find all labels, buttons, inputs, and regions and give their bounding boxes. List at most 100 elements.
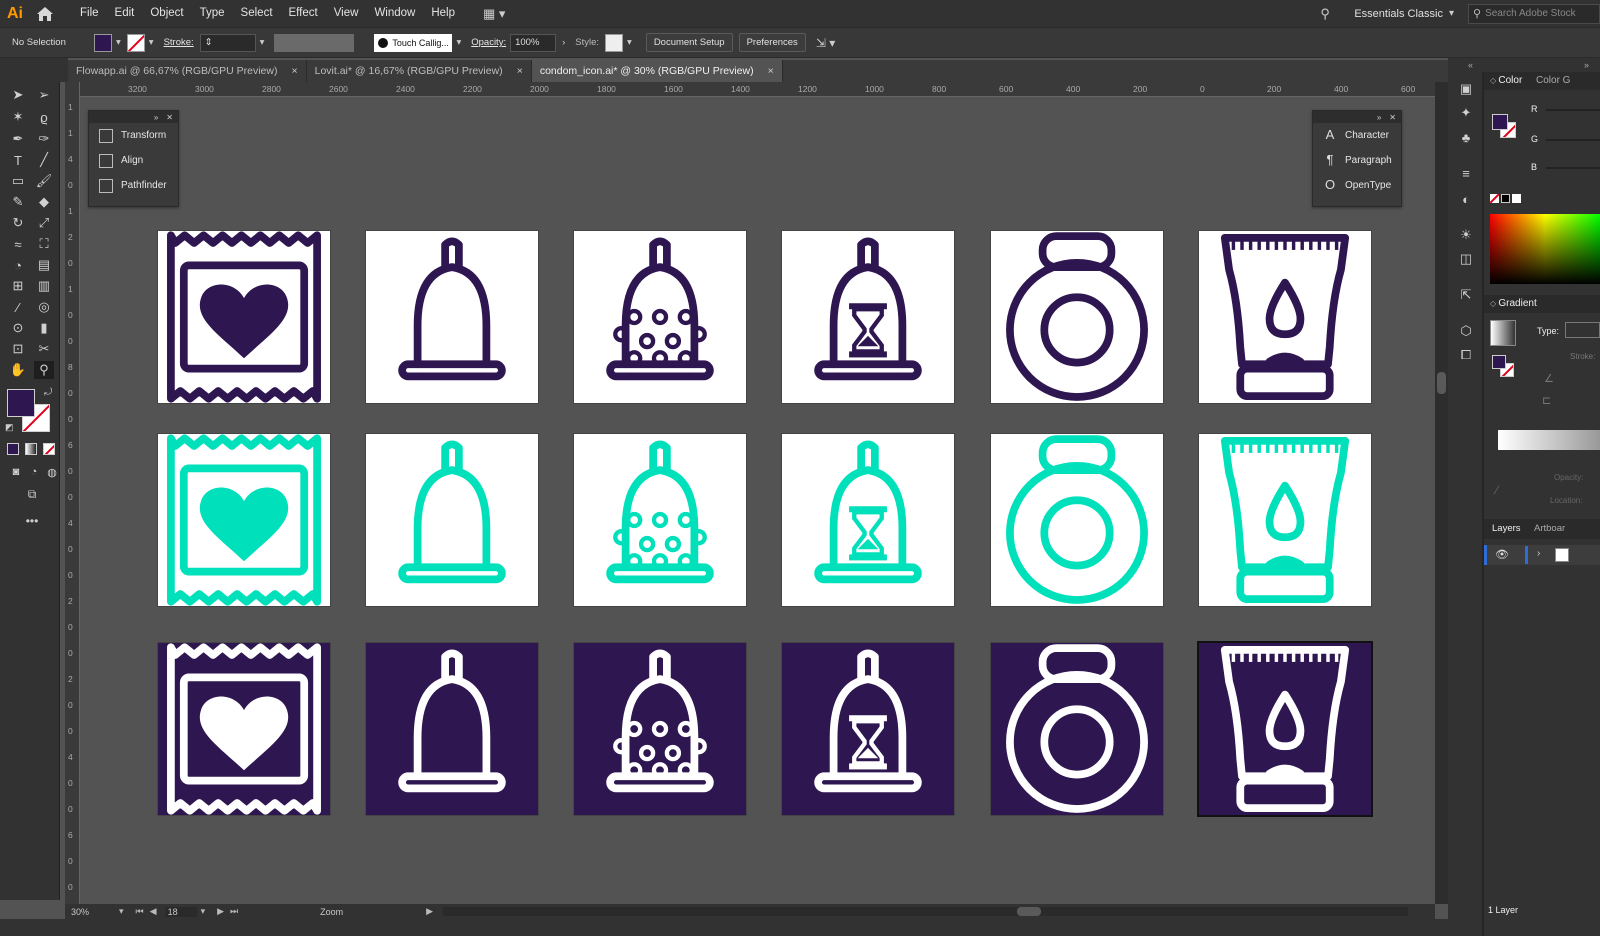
menu-type[interactable]: Type (192, 0, 233, 27)
screen-mode-icon[interactable]: ⧉ (22, 485, 42, 503)
panel-item-align[interactable]: Align (89, 148, 178, 173)
artboard[interactable] (573, 642, 747, 816)
condom-ring-icon[interactable] (991, 643, 1163, 815)
scroll-thumb[interactable] (1437, 372, 1446, 394)
vertical-scrollbar[interactable] (1435, 82, 1448, 904)
artboard-number-field[interactable]: 18 (164, 906, 197, 917)
blend-tool-icon[interactable]: ◎ (34, 298, 54, 316)
artboard[interactable] (573, 230, 747, 404)
scroll-thumb[interactable] (1017, 907, 1042, 916)
more-tools-icon[interactable]: ••• (22, 512, 42, 530)
tab-layers[interactable]: Layers (1492, 523, 1521, 534)
magic-wand-tool-icon[interactable]: ✶ (8, 108, 28, 126)
tab-gradient[interactable]: ◇ Gradient (1490, 298, 1537, 309)
stroke-weight-field[interactable]: ⇕ (199, 33, 256, 52)
gradient-mode-icon[interactable] (25, 443, 37, 455)
last-artboard-icon[interactable]: ⏭ (230, 906, 238, 917)
width-tool-icon[interactable]: ≈ (8, 235, 28, 253)
color-mode-icon[interactable] (7, 443, 19, 455)
hand-tool-icon[interactable]: ✋ (8, 361, 28, 379)
none-mode-icon[interactable] (43, 443, 55, 455)
draw-inside-icon[interactable]: ◍ (42, 463, 62, 481)
condom-hourglass-icon[interactable] (782, 231, 954, 403)
preferences-button[interactable]: Preferences (738, 33, 806, 52)
lube-tube-icon[interactable] (1199, 643, 1371, 815)
symbol-sprayer-tool-icon[interactable]: ⊙ (8, 319, 28, 337)
artboard[interactable] (990, 642, 1164, 816)
condom-plain-icon[interactable] (366, 434, 538, 606)
transparency-icon[interactable]: ◐ (1456, 190, 1476, 208)
next-artboard-icon[interactable]: ▶ (217, 906, 224, 917)
artboard[interactable] (157, 433, 331, 607)
lube-tube-icon[interactable] (1199, 434, 1371, 606)
line-tool-icon[interactable]: ╱ (34, 151, 54, 169)
close-icon[interactable]: ✕ (1389, 113, 1396, 122)
document-tab[interactable]: condom_icon.ai* @ 30% (RGB/GPU Preview) × (531, 60, 783, 82)
tab-color[interactable]: ◇ Color (1490, 75, 1522, 86)
close-icon[interactable]: ✕ (166, 113, 173, 122)
panel-item-opentype[interactable]: O OpenType (1313, 173, 1401, 198)
eyedropper-tool-icon[interactable]: ⁄ (8, 298, 28, 316)
artboard[interactable] (781, 433, 955, 607)
chevron-down-icon[interactable]: ▾ (201, 906, 206, 917)
vertical-ruler[interactable]: 1 1 4 0 1 2 0 1 0 0 8 0 0 6 0 0 4 0 0 2 0 0 2 0 0 4 0 0 6 0 0 (65, 82, 80, 904)
menu-file[interactable]: File (72, 0, 107, 27)
chevron-down-icon[interactable]: ▾ (627, 37, 632, 48)
draw-normal-icon[interactable]: ◙ (6, 463, 26, 481)
fill-swatch[interactable] (1492, 114, 1508, 130)
default-colors-icon[interactable]: ◩ (5, 422, 14, 433)
panel-item-pathfinder[interactable]: Pathfinder (89, 173, 178, 198)
artboard[interactable] (365, 642, 539, 816)
graphic-styles-icon[interactable]: ◫ (1456, 250, 1476, 268)
menu-window[interactable]: Window (366, 0, 423, 27)
zoom-field[interactable]: 30% (71, 907, 119, 917)
artboard-tool-icon[interactable]: ⊡ (8, 340, 28, 358)
artboard[interactable] (990, 230, 1164, 404)
stroke-swatch[interactable] (126, 33, 145, 52)
chevron-down-icon[interactable]: ▾ (119, 906, 124, 917)
artboard[interactable] (1198, 433, 1372, 607)
condom-dotted-icon[interactable] (574, 643, 746, 815)
home-icon[interactable] (30, 6, 60, 22)
variable-width-profile[interactable] (274, 33, 355, 52)
menu-view[interactable]: View (326, 0, 367, 27)
fill-swatch[interactable] (1492, 355, 1506, 369)
selection-tool-icon[interactable]: ➤ (8, 86, 28, 104)
eye-icon[interactable]: 👁 (1495, 548, 1509, 561)
condom-dotted-icon[interactable] (574, 434, 746, 606)
horizontal-ruler[interactable]: 3200 3000 2800 2600 2400 2200 2000 1800 1600 1400… (80, 82, 1435, 97)
chevron-down-icon[interactable]: ▾ (149, 37, 154, 48)
symbols-icon[interactable]: ♣ (1456, 128, 1476, 146)
r-slider[interactable] (1546, 109, 1600, 111)
eyedropper-icon[interactable]: ⁄ (1496, 483, 1498, 497)
previous-artboard-icon[interactable]: ◀ (150, 906, 157, 917)
gradient-slider[interactable] (1498, 430, 1600, 450)
angle-icon[interactable]: ∠ (1544, 372, 1554, 385)
artboard[interactable] (781, 642, 955, 816)
condom-pack-icon[interactable] (158, 231, 330, 403)
panel-item-transform[interactable]: Transform (89, 123, 178, 148)
zoom-tool-icon[interactable]: ⚲ (34, 361, 54, 379)
tab-artboards[interactable]: Artboar (1534, 523, 1565, 534)
artboard[interactable] (990, 433, 1164, 607)
gradient-type-select[interactable] (1565, 322, 1600, 338)
condom-pack-icon[interactable] (158, 643, 330, 815)
collapse-icon[interactable]: » (1584, 60, 1589, 70)
status-menu-icon[interactable]: ▶ (426, 906, 433, 917)
fill-color-swatch[interactable] (7, 389, 35, 417)
panel-item-character[interactable]: A Character (1313, 123, 1401, 148)
libraries-icon[interactable]: ▣ (1456, 80, 1476, 98)
condom-ring-icon[interactable] (991, 231, 1163, 403)
appearance-icon[interactable]: ☀ (1456, 226, 1476, 244)
gradient-preview[interactable] (1490, 320, 1516, 346)
curvature-tool-icon[interactable]: ✑ (34, 130, 54, 148)
gradient-tool-icon[interactable]: ▥ (34, 277, 54, 295)
export-icon[interactable]: ⇱ (1456, 286, 1476, 304)
layer-row[interactable]: 👁 › (1484, 545, 1600, 565)
rotate-tool-icon[interactable]: ↻ (8, 214, 28, 232)
artboard[interactable] (157, 642, 331, 816)
lube-tube-icon[interactable] (1199, 231, 1371, 403)
shaper-tool-icon[interactable]: ✎ (8, 193, 28, 211)
collapse-icon[interactable]: « (1468, 60, 1473, 70)
mesh-tool-icon[interactable]: ⊞ (8, 277, 28, 295)
